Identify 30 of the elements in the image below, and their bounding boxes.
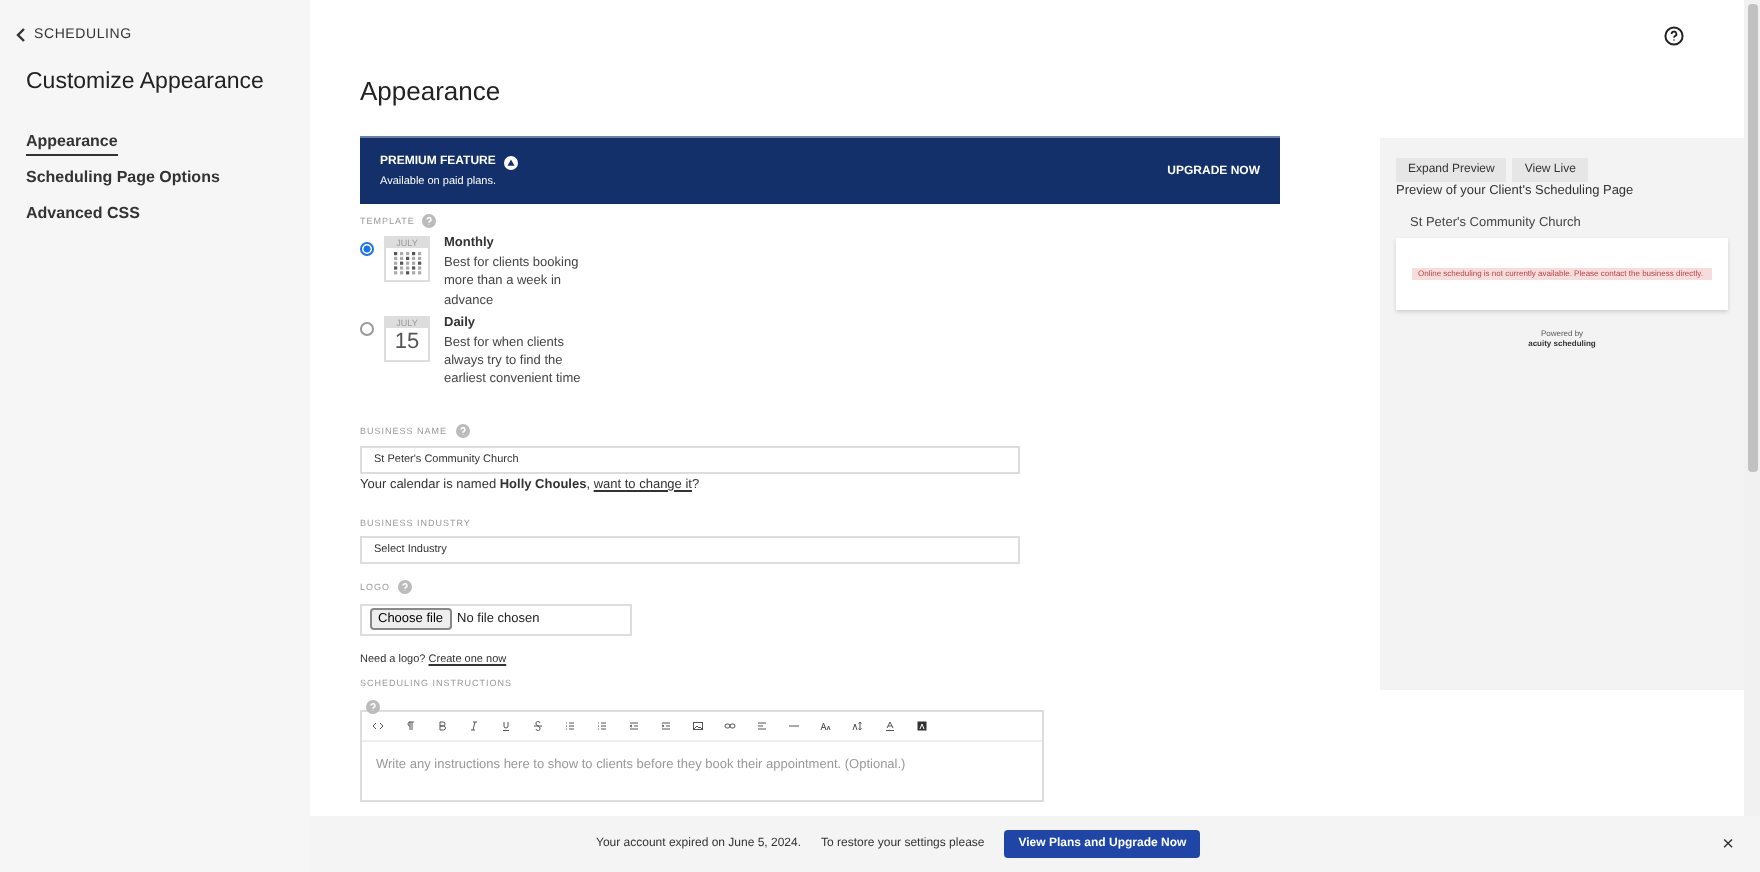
line-height-icon[interactable] [852, 719, 864, 732]
link-icon[interactable] [724, 719, 736, 732]
italic-icon[interactable] [468, 719, 480, 732]
sidebar-title: Customize Appearance [26, 70, 266, 94]
code-icon[interactable] [372, 719, 384, 732]
sidebar-item[interactable]: Scheduling Page Options [26, 168, 220, 192]
text-color-icon[interactable] [884, 719, 896, 732]
list-icon[interactable] [596, 719, 608, 732]
strike-icon[interactable] [532, 719, 544, 732]
close-button[interactable]: × [1722, 833, 1734, 855]
chevron-left-icon [16, 28, 26, 42]
calendar-day: 15 [394, 327, 420, 356]
outdent-icon[interactable] [628, 719, 640, 732]
background-color-icon[interactable] [916, 719, 928, 732]
premium-icon [503, 155, 518, 169]
font-size-icon[interactable] [820, 719, 832, 732]
underline-icon[interactable] [500, 719, 512, 732]
image-icon[interactable] [692, 719, 704, 732]
help-icon[interactable] [1664, 26, 1684, 46]
radio-button[interactable] [360, 242, 374, 256]
radio-button[interactable] [360, 321, 374, 336]
indent-icon[interactable] [660, 719, 672, 732]
bold-icon[interactable] [436, 719, 448, 732]
page-title: Appearance [360, 76, 503, 106]
sidebar-item[interactable]: Advanced CSS [26, 204, 140, 228]
align-icon[interactable] [756, 719, 768, 732]
rule-icon[interactable] [788, 719, 800, 732]
list-icon[interactable] [564, 719, 576, 732]
paragraph-icon[interactable] [404, 719, 416, 732]
sidebar-item[interactable]: Appearance [26, 132, 118, 156]
